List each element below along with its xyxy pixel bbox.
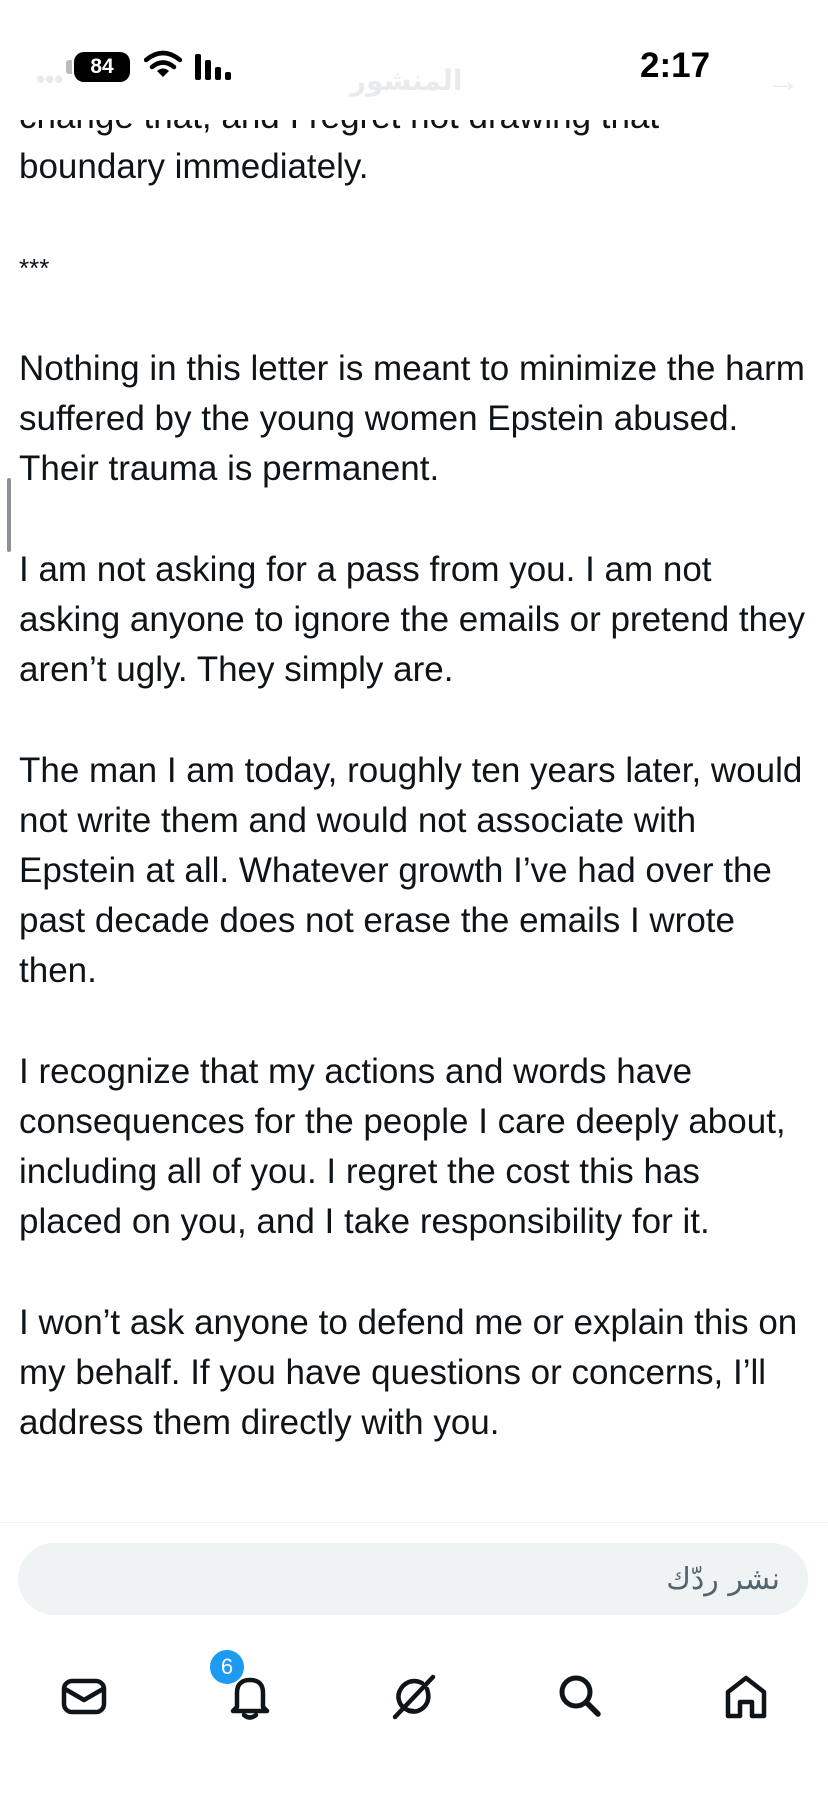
- back-arrow-icon[interactable]: →: [766, 62, 800, 101]
- cellular-signal-icon: [195, 54, 231, 80]
- nav-grok[interactable]: [374, 1656, 454, 1736]
- nav-messages[interactable]: [44, 1656, 124, 1736]
- wifi-icon: [144, 50, 182, 77]
- bottom-nav: 6: [0, 1626, 828, 1800]
- text-cursor: [7, 478, 11, 552]
- grok-icon: [392, 1674, 436, 1720]
- paragraph: I won’t ask anyone to defend me or expla…: [19, 1303, 798, 1442]
- reply-input[interactable]: [18, 1543, 808, 1615]
- paragraph: Nothing in this letter is meant to minim…: [19, 349, 805, 488]
- home-icon: [725, 1675, 767, 1719]
- header-left-faded: •••: [36, 64, 64, 94]
- search-icon: [559, 1675, 601, 1717]
- header-title: المنشور: [350, 65, 463, 96]
- mail-icon: [61, 1678, 107, 1715]
- nav-search[interactable]: [540, 1656, 620, 1736]
- reply-bar: [0, 1522, 828, 1627]
- notifications-badge: 6: [208, 1648, 246, 1686]
- nav-home[interactable]: [706, 1656, 786, 1736]
- status-time: 2:17: [640, 46, 711, 85]
- battery-icon: 84: [74, 52, 130, 82]
- post-body: change that, and I regret not drawing th…: [0, 120, 828, 1520]
- paragraph: change that, and I regret not drawing th…: [19, 120, 659, 186]
- section-separator: ***: [19, 253, 50, 283]
- paragraph: The man I am today, roughly ten years la…: [19, 751, 803, 990]
- paragraph: I recognize that my actions and words ha…: [19, 1052, 786, 1241]
- post-text: change that, and I regret not drawing th…: [19, 120, 809, 1499]
- battery-nub: [66, 60, 72, 74]
- status-bar: ••• المنشور → 84 2:17: [0, 0, 828, 120]
- paragraph: I am not asking for a pass from you. I a…: [19, 550, 806, 689]
